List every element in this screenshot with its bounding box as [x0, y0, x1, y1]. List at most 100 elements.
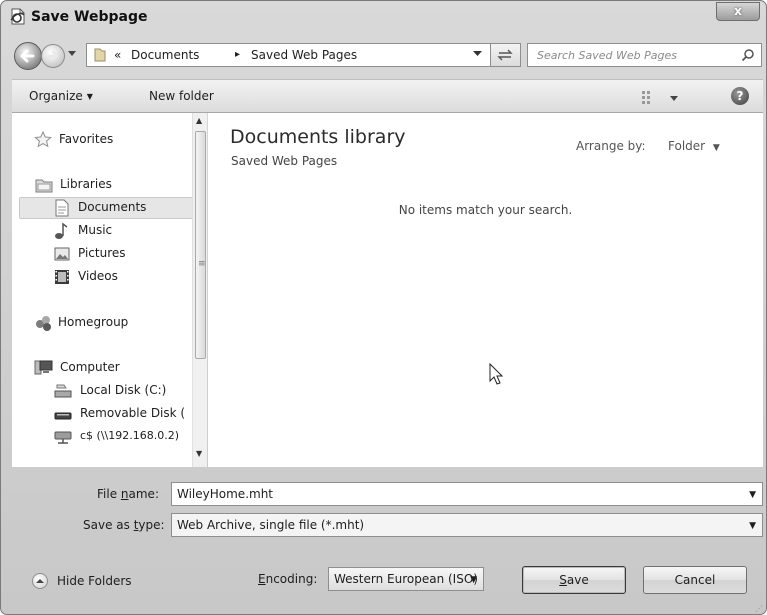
- scrollbar-thumb[interactable]: ≡: [195, 131, 206, 359]
- navigation-scrollbar[interactable]: ▲ ≡ ▼: [192, 113, 207, 467]
- organize-caret-icon: ▼: [86, 92, 93, 101]
- save-accel: S: [559, 573, 567, 587]
- nav-item-videos[interactable]: Videos: [54, 268, 194, 286]
- back-arrow-icon: [20, 49, 35, 63]
- music-label: Music: [78, 223, 113, 237]
- encoding-dropdown-icon[interactable]: ▼: [470, 575, 477, 585]
- save-label: ave: [566, 573, 589, 587]
- documents-label: Documents: [78, 200, 147, 214]
- refresh-button[interactable]: [491, 43, 521, 67]
- empty-list-message: No items match your search.: [398, 203, 573, 217]
- removable-disk-label: Removable Disk (: [80, 406, 186, 420]
- library-title: Documents library: [230, 126, 406, 148]
- window-title: Save Webpage: [31, 9, 148, 25]
- search-placeholder: Search Saved Web Pages: [537, 49, 677, 62]
- encoding-label: Encoding:: [258, 572, 317, 586]
- refresh-icon: [497, 49, 513, 61]
- organize-label: Organize: [29, 89, 83, 103]
- pictures-label: Pictures: [78, 246, 126, 260]
- nav-item-music[interactable]: Music: [54, 222, 194, 240]
- arrange-by-label: Arrange by:: [576, 139, 646, 153]
- breadcrumb-separator[interactable]: ▸: [235, 49, 240, 60]
- help-icon[interactable]: ?: [731, 87, 749, 105]
- arrange-by-dropdown[interactable]: Folder ▼: [668, 139, 720, 153]
- scroll-down-icon[interactable]: ▼: [196, 449, 202, 458]
- views-button[interactable]: [642, 88, 688, 106]
- arrange-by-value: Folder: [668, 139, 706, 153]
- collapse-up-icon: [32, 573, 48, 589]
- encoding-select[interactable]: Western European (ISO) ▼: [328, 567, 484, 591]
- nav-item-pictures[interactable]: Pictures: [54, 245, 194, 263]
- resize-grip[interactable]: ⋰: [755, 605, 763, 613]
- chevron-down-icon: ▼: [712, 143, 720, 153]
- recent-pages-dropdown[interactable]: [67, 50, 77, 58]
- homegroup-label: Homegroup: [58, 315, 129, 329]
- nav-item-documents[interactable]: Documents: [54, 199, 194, 217]
- navigation-pane: Favorites Libraries Documents Music Pict…: [12, 113, 207, 467]
- local-disk-label: Local Disk (C:): [80, 383, 167, 397]
- address-bar[interactable]: « Documents ▸ Saved Web Pages: [86, 43, 491, 67]
- computer-icon: [34, 360, 53, 375]
- breadcrumb-documents[interactable]: Documents: [131, 48, 199, 62]
- nav-item-network-share[interactable]: c$ (\\192.168.0.2): [54, 428, 192, 446]
- save-button[interactable]: Save: [522, 566, 626, 594]
- picture-icon: [54, 247, 70, 261]
- encoding-label-accel: E: [258, 572, 266, 586]
- computer-label: Computer: [60, 360, 120, 374]
- search-input[interactable]: Search Saved Web Pages: [527, 43, 762, 67]
- videos-label: Videos: [78, 269, 118, 283]
- nav-item-local-disk[interactable]: Local Disk (C:): [54, 382, 192, 400]
- removable-disk-icon: [54, 412, 72, 420]
- file-name-label-pre: File: [97, 487, 121, 501]
- save-type-value: Web Archive, single file (*.mht): [177, 518, 365, 532]
- hard-disk-icon: [54, 384, 72, 398]
- file-name-combobox[interactable]: WileyHome.mht ▼: [171, 482, 763, 506]
- favorites-label: Favorites: [59, 132, 114, 146]
- search-icon[interactable]: [741, 48, 755, 62]
- breadcrumb-saved-web-pages[interactable]: Saved Web Pages: [251, 48, 357, 62]
- new-folder-button[interactable]: New folder: [149, 89, 214, 103]
- organize-menu[interactable]: Organize ▼: [29, 89, 93, 103]
- forward-arrow-icon: [47, 51, 58, 61]
- homegroup-icon: [36, 316, 51, 331]
- folder-icon: [94, 48, 106, 62]
- address-prefix[interactable]: «: [114, 48, 121, 62]
- document-icon: [55, 199, 69, 217]
- nav-item-homegroup[interactable]: Homegroup: [34, 314, 189, 332]
- save-type-label-post: ype:: [138, 518, 165, 532]
- file-name-input[interactable]: WileyHome.mht: [177, 487, 273, 501]
- file-name-label-accel: n: [120, 487, 129, 501]
- nav-item-favorites[interactable]: Favorites: [34, 131, 184, 149]
- cancel-button[interactable]: Cancel: [643, 566, 747, 594]
- network-share-label: c$ (\\192.168.0.2): [80, 429, 180, 442]
- close-button[interactable]: x: [716, 2, 760, 21]
- save-type-label: Save as type:: [83, 518, 165, 532]
- forward-button[interactable]: [41, 44, 65, 68]
- file-list-pane[interactable]: Documents library Saved Web Pages Arrang…: [208, 113, 763, 467]
- back-button[interactable]: [14, 42, 42, 70]
- file-name-dropdown-icon[interactable]: ▼: [749, 490, 756, 500]
- save-type-label-pre: Save as: [83, 518, 134, 532]
- library-icon: [35, 179, 53, 193]
- library-subtitle: Saved Web Pages: [231, 154, 338, 168]
- nav-item-computer[interactable]: Computer: [34, 359, 189, 377]
- encoding-value: Western European (ISO): [334, 572, 478, 586]
- save-type-select[interactable]: Web Archive, single file (*.mht) ▼: [171, 513, 763, 537]
- file-name-label-post: ame:: [128, 487, 159, 501]
- mouse-pointer-icon: [489, 363, 503, 385]
- network-drive-icon: [54, 431, 72, 444]
- music-note-icon: [55, 222, 68, 239]
- scroll-up-icon[interactable]: ▲: [196, 116, 202, 125]
- title-bar: Save Webpage x: [1, 1, 766, 37]
- nav-item-removable-disk[interactable]: Removable Disk (: [54, 405, 192, 423]
- hide-folders-label: Hide Folders: [57, 574, 132, 588]
- command-toolbar: Organize ▼ New folder ?: [12, 79, 763, 113]
- encoding-label-post: ncoding:: [265, 572, 318, 586]
- scrollbar-grip: ≡: [198, 259, 206, 269]
- ie-page-icon: [10, 8, 25, 25]
- libraries-label: Libraries: [60, 177, 112, 191]
- save-type-dropdown-icon[interactable]: ▼: [749, 521, 756, 531]
- address-dropdown-icon[interactable]: [473, 50, 482, 57]
- views-icon: [642, 91, 678, 104]
- nav-item-libraries[interactable]: Libraries: [34, 176, 184, 194]
